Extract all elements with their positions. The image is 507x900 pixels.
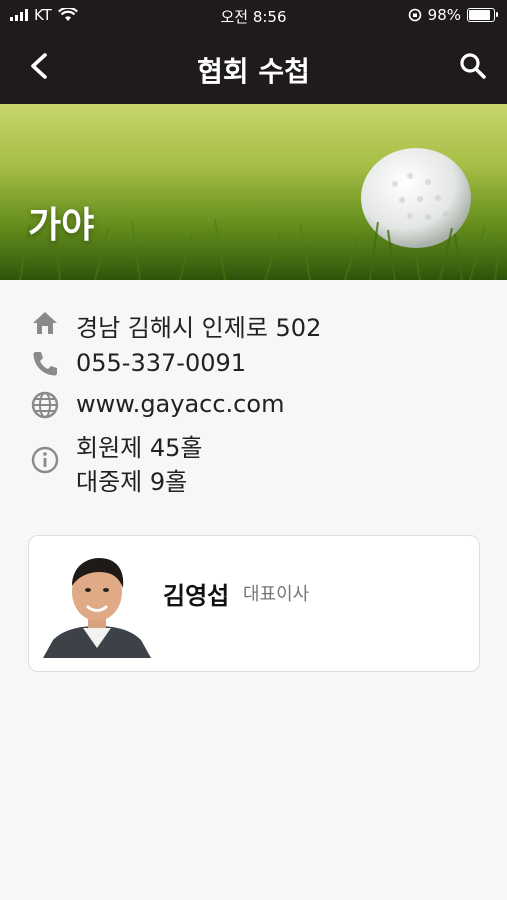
detail-line: 회원제 45홀 — [76, 434, 203, 462]
info-icon — [31, 446, 59, 474]
contact-name: 김영섭 — [163, 582, 230, 610]
detail-line: 대중제 9홀 — [76, 468, 188, 496]
contact-role: 대표이사 — [243, 584, 310, 605]
address-row[interactable]: 경남 김해시 인제로 502 — [0, 305, 507, 342]
page-title: 협회 수첩 — [197, 55, 310, 88]
address-text: 경남 김해시 인제로 502 — [76, 314, 322, 342]
globe-icon — [31, 391, 59, 419]
website-row[interactable]: www.gayacc.com — [0, 387, 507, 423]
contact-card[interactable]: 김영섭 대표이사 — [28, 535, 480, 672]
details-row: 회원제 45홀 대중제 9홀 — [0, 426, 507, 496]
nav-bar: 협회 수첩 — [0, 30, 507, 104]
battery-icon — [467, 8, 498, 22]
website-text: www.gayacc.com — [76, 390, 285, 418]
phone-icon — [33, 352, 57, 376]
status-right: 98% — [408, 6, 498, 24]
avatar — [43, 548, 151, 658]
golf-ball-image — [0, 148, 507, 280]
home-icon — [33, 312, 57, 334]
status-bar: KT 오전 8:56 98% — [0, 0, 507, 30]
search-icon[interactable] — [453, 46, 493, 86]
hero-banner: 가야 — [0, 104, 507, 280]
phone-row[interactable]: 055-337-0091 — [0, 346, 507, 382]
battery-percent: 98% — [427, 6, 461, 24]
phone-text: 055-337-0091 — [76, 349, 247, 377]
club-name: 가야 — [28, 205, 95, 246]
orientation-lock-icon — [408, 8, 421, 22]
